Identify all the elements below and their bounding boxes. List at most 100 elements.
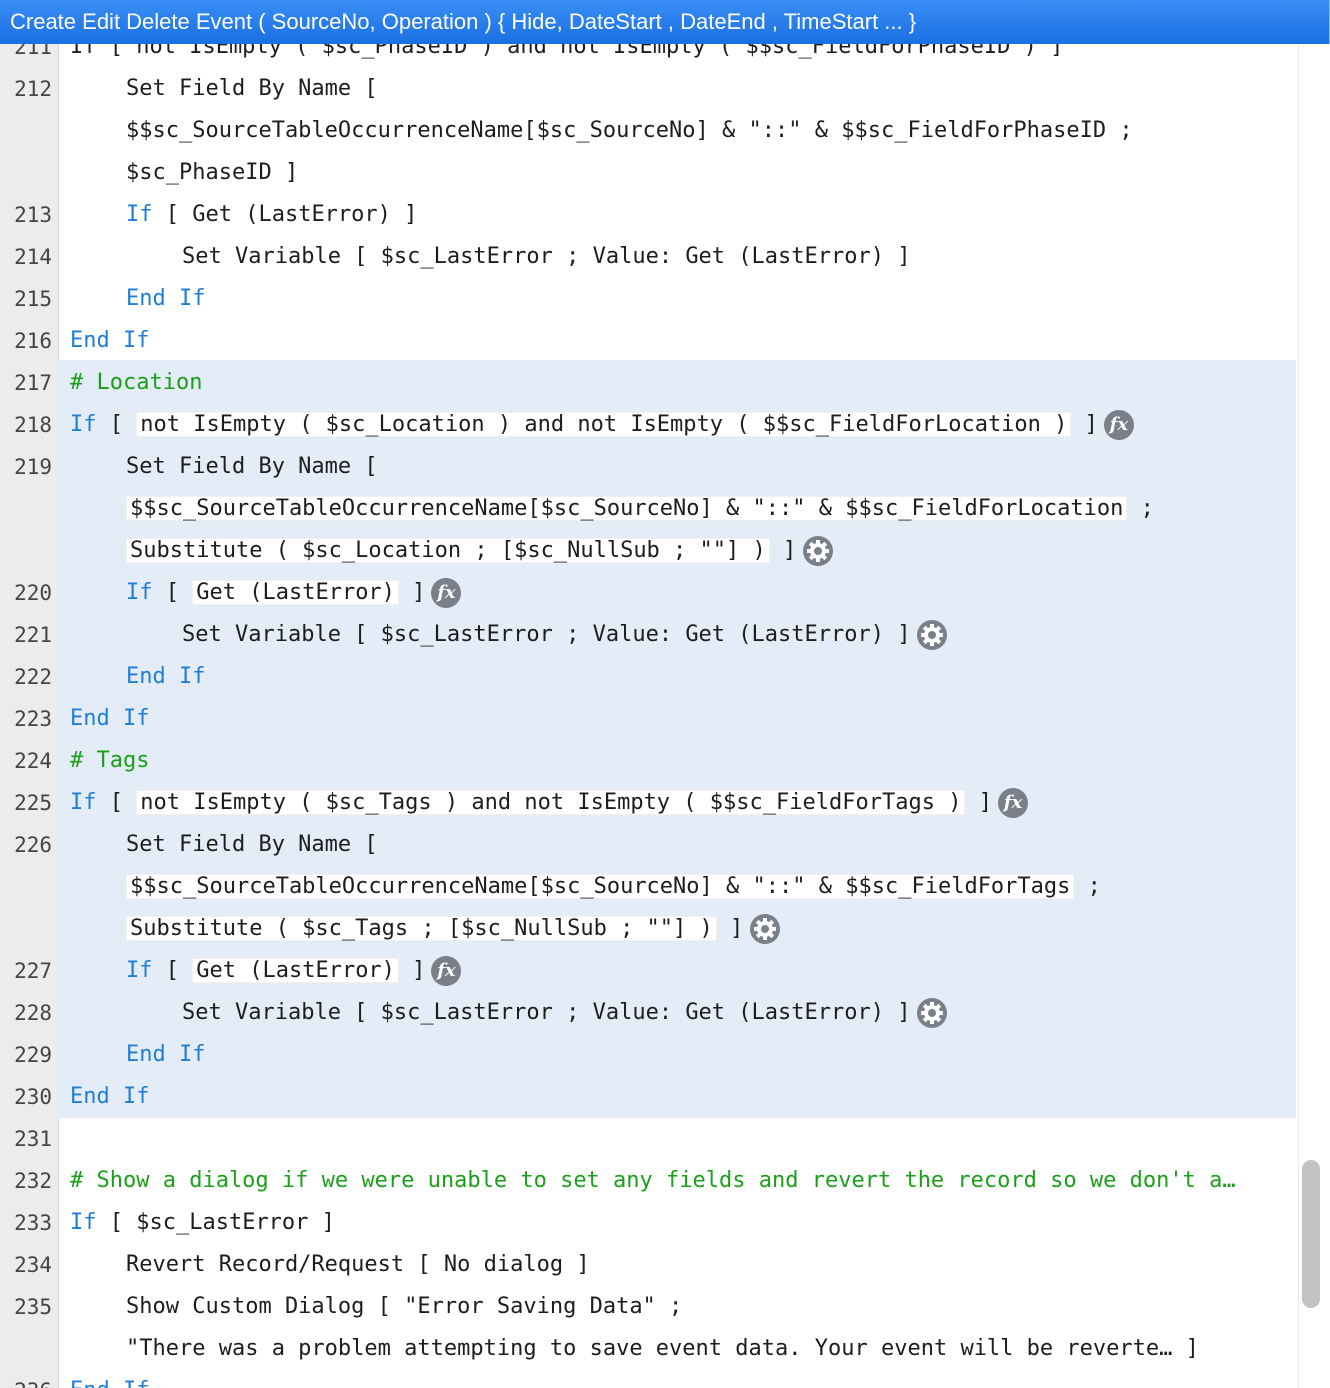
function-icon[interactable]: fx — [431, 956, 462, 986]
script-line[interactable]: 231 — [0, 1118, 1300, 1160]
calculation-box[interactable]: Substitute ( $sc_Location ; [$sc_NullSub… — [126, 538, 770, 563]
line-number: 217 — [14, 371, 52, 395]
script-line[interactable]: 218 If [ not IsEmpty ( $sc_Location ) and… — [0, 404, 1300, 446]
script-line[interactable]: 222 End If — [0, 656, 1300, 698]
line-number: 224 — [14, 749, 52, 773]
script-step-text: $$sc_SourceTableOccurrenceName[$sc_Sourc… — [126, 110, 1133, 152]
script-line[interactable]: 227 If [ Get (LastError) ] fx — [0, 950, 1300, 992]
script-line[interactable]: 223 End If — [0, 698, 1300, 740]
line-number: 214 — [14, 245, 52, 269]
script-line[interactable]: $$sc_SourceTableOccurrenceName[$sc_Sourc… — [0, 866, 1300, 908]
keyword: End If — [126, 1042, 206, 1067]
function-icon[interactable]: fx — [431, 578, 462, 608]
script-line[interactable]: 221 Set Variable [ $sc_LastError ; Value:… — [0, 614, 1300, 656]
line-number: 212 — [14, 77, 52, 101]
function-icon[interactable]: fx — [1103, 410, 1134, 440]
keyword: If — [70, 790, 97, 815]
step-text: Set Variable [ $sc_LastError ; Value: Ge… — [182, 244, 911, 269]
script-line[interactable]: 229 End If — [0, 1034, 1300, 1076]
keyword: End If — [126, 286, 206, 311]
script-line[interactable]: 216 End If — [0, 320, 1300, 362]
script-step-text: End If — [126, 278, 205, 320]
line-number: 221 — [14, 623, 52, 647]
line-number: 222 — [14, 665, 52, 689]
script-line[interactable]: 211 If [ not IsEmpty ( $sc_PhaseID ) and … — [0, 44, 1300, 68]
calculation-box[interactable]: Get (LastError) — [192, 958, 399, 983]
step-text: Set Variable [ $sc_LastError ; Value: Ge… — [182, 1000, 911, 1025]
script-line[interactable]: 228 Set Variable [ $sc_LastError ; Value:… — [0, 992, 1300, 1034]
script-step-text: $sc_PhaseID ] — [126, 152, 298, 194]
step-text: ; — [1074, 874, 1101, 899]
line-number: 235 — [14, 1295, 52, 1319]
line-number: 227 — [14, 959, 52, 983]
script-step-text: End If — [70, 698, 149, 740]
script-line[interactable]: 230 End If — [0, 1076, 1300, 1118]
line-number: 226 — [14, 833, 52, 857]
gear-icon[interactable] — [749, 913, 781, 945]
script-editor[interactable]: 211 If [ not IsEmpty ( $sc_PhaseID ) and … — [0, 44, 1330, 1388]
script-step-text: If [ Get (LastError) ] fx — [126, 572, 462, 614]
line-number: 231 — [14, 1127, 52, 1151]
function-icon[interactable]: fx — [997, 788, 1028, 818]
script-line[interactable]: 219 Set Field By Name [ — [0, 446, 1300, 488]
script-step-text: # Tags — [70, 740, 149, 782]
script-line[interactable]: 213 If [ Get (LastError) ] — [0, 194, 1300, 236]
calculation-box[interactable]: not IsEmpty ( $sc_Location ) and not IsE… — [136, 412, 1072, 437]
line-number: 220 — [14, 581, 52, 605]
line-number: 233 — [14, 1211, 52, 1235]
script-step-text: End If — [126, 656, 205, 698]
script-line[interactable]: 225 If [ not IsEmpty ( $sc_Tags ) and not… — [0, 782, 1300, 824]
script-line[interactable]: 226 Set Field By Name [ — [0, 824, 1300, 866]
script-line[interactable]: 236 End If — [0, 1370, 1300, 1388]
step-text: Set Field By Name [ — [126, 454, 378, 479]
step-text: ] — [716, 916, 744, 941]
script-step-text: If [ not IsEmpty ( $sc_Tags ) and not Is… — [70, 782, 1028, 824]
line-number: 216 — [14, 329, 52, 353]
step-text: ] — [965, 790, 992, 815]
calculation-box[interactable]: Get (LastError) — [192, 580, 399, 605]
keyword: End If — [70, 1378, 149, 1388]
keyword: End If — [70, 328, 150, 353]
script-line[interactable]: "There was a problem attempting to save … — [0, 1328, 1300, 1370]
script-line[interactable]: 234 Revert Record/Request [ No dialog ] — [0, 1244, 1300, 1286]
gear-icon[interactable] — [802, 535, 834, 567]
script-step-text: Revert Record/Request [ No dialog ] — [126, 1244, 590, 1286]
script-line[interactable]: 232 # Show a dialog if we were unable to … — [0, 1160, 1300, 1202]
calculation-box[interactable]: not IsEmpty ( $sc_Tags ) and not IsEmpty… — [136, 790, 966, 815]
window-title: Create Edit Delete Event ( SourceNo, Ope… — [0, 0, 1330, 44]
script-line[interactable]: Substitute ( $sc_Location ; [$sc_NullSub… — [0, 530, 1300, 572]
script-line[interactable]: $$sc_SourceTableOccurrenceName[$sc_Sourc… — [0, 110, 1300, 152]
script-line[interactable]: 224 # Tags — [0, 740, 1300, 782]
script-line[interactable]: 212 Set Field By Name [ — [0, 68, 1300, 110]
calculation-box[interactable]: $$sc_SourceTableOccurrenceName[$sc_Sourc… — [126, 496, 1128, 521]
calculation-box[interactable]: $$sc_SourceTableOccurrenceName[$sc_Sourc… — [126, 874, 1075, 899]
script-line[interactable]: 214 Set Variable [ $sc_LastError ; Value:… — [0, 236, 1300, 278]
script-line[interactable]: 215 End If — [0, 278, 1300, 320]
script-step-text: If [ $sc_LastError ] — [70, 1202, 335, 1244]
script-step-text: Substitute ( $sc_Tags ; [$sc_NullSub ; "… — [126, 908, 781, 950]
script-step-text: "There was a problem attempting to save … — [126, 1328, 1199, 1370]
line-number: 211 — [14, 44, 52, 59]
gear-icon[interactable] — [916, 619, 948, 651]
script-line[interactable]: 217 # Location — [0, 362, 1300, 404]
script-line[interactable]: $sc_PhaseID ] — [0, 152, 1300, 194]
script-line[interactable]: Substitute ( $sc_Tags ; [$sc_NullSub ; "… — [0, 908, 1300, 950]
script-step-text: If [ Get (LastError) ] fx — [126, 950, 462, 992]
script-line[interactable]: 233 If [ $sc_LastError ] — [0, 1202, 1300, 1244]
step-text: ; — [1127, 496, 1154, 521]
comment: # Show a dialog if we were unable to set… — [70, 1168, 1236, 1193]
step-text: ] — [398, 580, 426, 605]
script-step-text: $$sc_SourceTableOccurrenceName[$sc_Sourc… — [126, 866, 1101, 908]
comment: # Tags — [70, 748, 150, 773]
line-number: 236 — [0, 1370, 52, 1388]
vertical-scrollbar-thumb[interactable] — [1302, 1160, 1320, 1308]
keyword: If — [126, 958, 153, 983]
script-line[interactable]: 235 Show Custom Dialog [ "Error Saving Da… — [0, 1286, 1300, 1328]
script-line[interactable]: $$sc_SourceTableOccurrenceName[$sc_Sourc… — [0, 488, 1300, 530]
step-text: [ $sc_LastError ] — [96, 1210, 335, 1235]
script-line[interactable]: 220 If [ Get (LastError) ] fx — [0, 572, 1300, 614]
calculation-box[interactable]: Substitute ( $sc_Tags ; [$sc_NullSub ; "… — [126, 916, 717, 941]
gear-icon[interactable] — [916, 997, 948, 1029]
line-number: 229 — [14, 1043, 52, 1067]
line-number: 223 — [14, 707, 52, 731]
